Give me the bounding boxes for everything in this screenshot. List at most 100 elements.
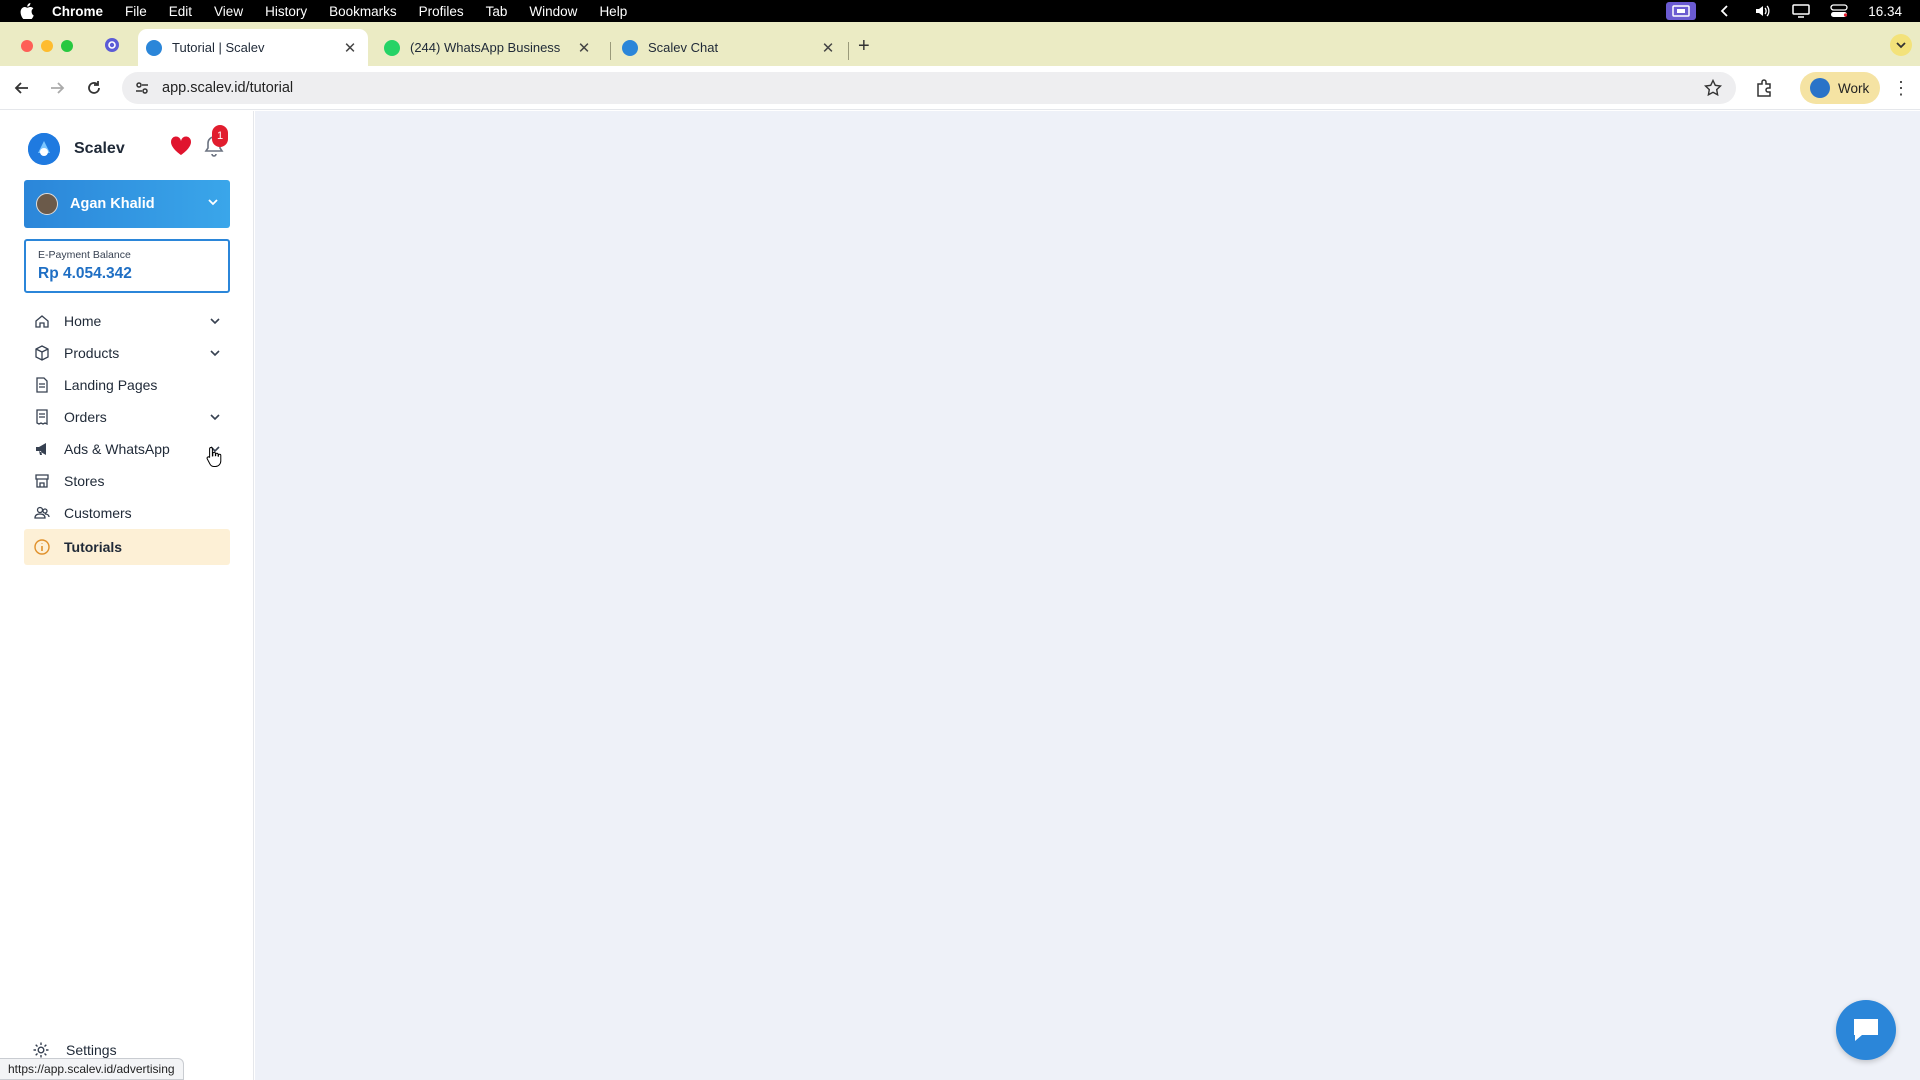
bookmark-star-icon[interactable] xyxy=(1704,79,1722,97)
sidebar-item-home[interactable]: Home xyxy=(24,306,230,336)
control-center-icon[interactable] xyxy=(1830,4,1848,18)
menubar-clock[interactable]: 16.34 xyxy=(1868,4,1902,19)
tab-close-icon[interactable]: ✕ xyxy=(342,39,358,57)
heart-icon[interactable] xyxy=(170,136,192,156)
new-tab-plus-icon[interactable]: + xyxy=(858,35,870,58)
chevron-down-icon[interactable] xyxy=(208,346,222,360)
apple-logo-icon[interactable] xyxy=(20,3,34,19)
menu-profiles[interactable]: Profiles xyxy=(419,4,464,19)
megaphone-icon xyxy=(36,443,46,455)
e-payment-balance-card[interactable]: E-Payment Balance Rp 4.054.342 xyxy=(24,239,230,293)
reload-icon[interactable] xyxy=(84,78,104,98)
url-text[interactable]: app.scalev.id/tutorial xyxy=(162,80,293,96)
tab-close-icon[interactable]: ✕ xyxy=(576,39,592,57)
browser-toolbar: app.scalev.id/tutorial Work ⋮ xyxy=(0,66,1920,110)
address-bar[interactable]: app.scalev.id/tutorial xyxy=(122,72,1736,104)
tab-tutorial-scalev[interactable]: Tutorial | Scalev ✕ xyxy=(138,29,368,66)
box-icon xyxy=(35,345,49,361)
chat-bubble-icon xyxy=(1854,1019,1878,1041)
menu-edit[interactable]: Edit xyxy=(169,4,192,19)
link-status-bubble: https://app.scalev.id/advertising xyxy=(0,1058,184,1080)
sidebar-item-products[interactable]: Products xyxy=(24,338,230,368)
scalev-favicon-icon xyxy=(146,39,162,56)
screen-mirroring-icon[interactable] xyxy=(1666,2,1697,20)
brand-name: Scalev xyxy=(74,140,125,157)
scalev-logo-icon xyxy=(28,133,60,165)
hand-pointer-cursor-icon xyxy=(206,446,222,467)
avatar xyxy=(36,193,58,215)
sidebar-item-stores[interactable]: Stores xyxy=(24,466,230,496)
user-name: Agan Khalid xyxy=(70,196,155,212)
tab-search-icon[interactable] xyxy=(104,37,120,53)
sidebar-item-landing-pages[interactable]: Landing Pages xyxy=(24,370,230,400)
sidebar-item-label: Products xyxy=(64,345,120,361)
volume-icon[interactable] xyxy=(1754,4,1772,18)
app-sidebar: Scalev 1 Agan Khalid E-Payment Balance R… xyxy=(0,111,254,1080)
sidebar-item-ads-whatsapp[interactable]: Ads & WhatsApp xyxy=(24,434,230,464)
sidebar-item-label: Stores xyxy=(64,473,105,489)
store-icon xyxy=(35,474,49,488)
menu-window[interactable]: Window xyxy=(529,4,577,19)
live-chat-button[interactable] xyxy=(1836,1000,1896,1060)
brand[interactable]: Scalev xyxy=(28,133,125,165)
sidebar-item-label: Customers xyxy=(64,505,132,521)
tab-scalev-chat[interactable]: Scalev Chat ✕ xyxy=(614,29,846,66)
tab-whatsapp-business[interactable]: (244) WhatsApp Business ✕ xyxy=(376,29,602,66)
tab-title: Tutorial | Scalev xyxy=(172,40,265,55)
window-close-button[interactable] xyxy=(21,40,33,52)
menu-history[interactable]: History xyxy=(265,4,307,19)
tab-list-chevron-icon[interactable] xyxy=(1890,34,1912,56)
sidebar-item-label: Home xyxy=(64,313,102,329)
chevron-down-icon[interactable] xyxy=(208,410,222,424)
main-content-area xyxy=(255,111,1920,1080)
tab-title: (244) WhatsApp Business xyxy=(410,40,561,55)
site-info-icon[interactable] xyxy=(134,80,150,96)
menu-file[interactable]: File xyxy=(125,4,147,19)
extensions-puzzle-icon[interactable] xyxy=(1754,78,1774,98)
home-icon xyxy=(35,315,49,328)
receipt-icon xyxy=(36,409,48,425)
menubar-status-area: 16.34 xyxy=(1666,0,1902,22)
forward-arrow-icon[interactable] xyxy=(47,78,67,98)
users-icon xyxy=(34,506,50,519)
tab-separator xyxy=(848,42,849,60)
sidebar-item-tutorials[interactable]: Tutorials xyxy=(24,529,230,565)
browser-tab-strip: Tutorial | Scalev ✕ (244) WhatsApp Busin… xyxy=(0,22,1920,66)
menu-help[interactable]: Help xyxy=(599,4,627,19)
balance-value: Rp 4.054.342 xyxy=(38,265,132,282)
menu-view[interactable]: View xyxy=(214,4,243,19)
sidebar-item-settings[interactable]: Settings xyxy=(32,1041,117,1059)
chevron-left-icon[interactable] xyxy=(1716,4,1734,18)
sidebar-item-customers[interactable]: Customers xyxy=(24,498,230,528)
window-minimize-button[interactable] xyxy=(41,40,53,52)
info-icon xyxy=(34,539,50,555)
document-icon xyxy=(36,377,48,393)
display-icon[interactable] xyxy=(1792,4,1810,18)
menu-bookmarks[interactable]: Bookmarks xyxy=(329,4,397,19)
sidebar-item-label: Tutorials xyxy=(64,539,123,555)
chevron-down-icon[interactable] xyxy=(208,314,222,328)
chevron-down-icon xyxy=(208,199,218,206)
profile-button[interactable]: Work xyxy=(1800,72,1880,104)
profile-avatar-icon xyxy=(1810,78,1830,98)
gear-icon xyxy=(33,1042,49,1058)
tab-title: Scalev Chat xyxy=(648,40,719,55)
sidebar-item-label: Ads & WhatsApp xyxy=(64,441,170,457)
user-switcher[interactable]: Agan Khalid xyxy=(24,180,230,228)
notification-badge: 1 xyxy=(212,125,228,147)
scalev-favicon-icon xyxy=(622,39,638,56)
menu-tab[interactable]: Tab xyxy=(486,4,508,19)
macos-menu-bar: Chrome File Edit View History Bookmarks … xyxy=(0,0,1920,22)
balance-label: E-Payment Balance xyxy=(38,249,131,261)
back-arrow-icon[interactable] xyxy=(12,78,32,98)
browser-menu-kebab-icon[interactable]: ⋮ xyxy=(1892,78,1910,98)
sidebar-item-label: Orders xyxy=(64,409,107,425)
profile-label: Work xyxy=(1838,80,1870,96)
tab-close-icon[interactable]: ✕ xyxy=(820,39,836,57)
sidebar-item-label: Landing Pages xyxy=(64,377,158,393)
tab-separator xyxy=(610,42,611,60)
sidebar-item-orders[interactable]: Orders xyxy=(24,402,230,432)
window-zoom-button[interactable] xyxy=(61,40,73,52)
settings-label: Settings xyxy=(66,1042,117,1058)
menu-app-name[interactable]: Chrome xyxy=(52,4,103,19)
